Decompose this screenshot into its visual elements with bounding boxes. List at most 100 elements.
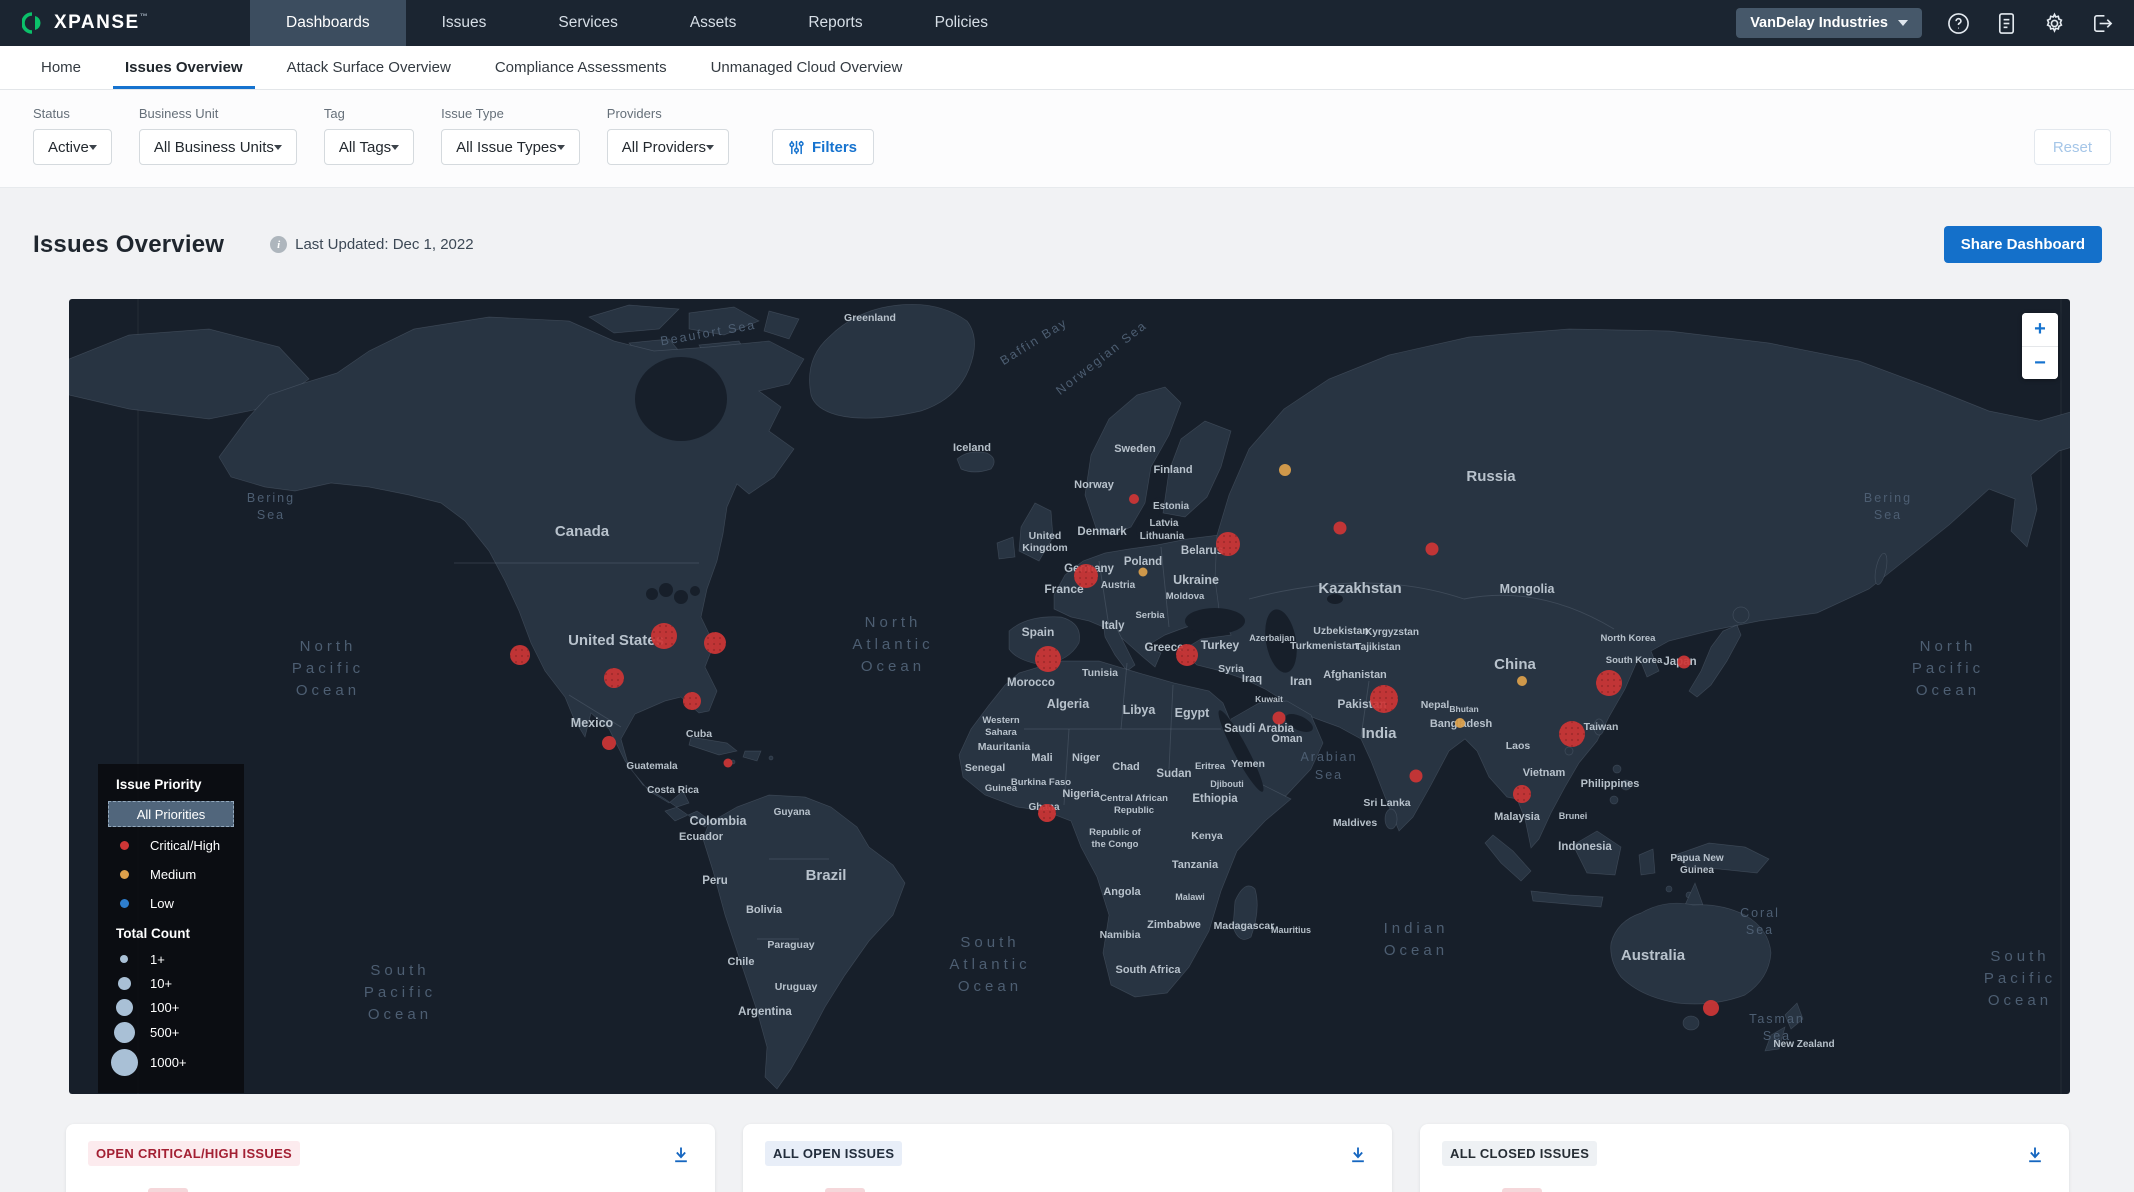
medium-issue-marker[interactable] bbox=[1455, 718, 1465, 728]
country-label: Ethiopia bbox=[1192, 793, 1238, 805]
country-label: Algeria bbox=[1047, 697, 1090, 711]
legend-priority-item[interactable]: Low bbox=[98, 889, 244, 918]
legend-dot-col bbox=[98, 977, 150, 990]
country-label: Iraq bbox=[1242, 673, 1262, 685]
filter-value: All Tags bbox=[339, 139, 391, 156]
zoom-out-button[interactable]: − bbox=[2022, 346, 2058, 379]
release-notes-icon[interactable] bbox=[1994, 11, 2018, 35]
country-label: Philippines bbox=[1581, 778, 1640, 790]
country-label: Azerbaijan bbox=[1249, 633, 1295, 643]
critical-issue-marker[interactable] bbox=[1273, 712, 1286, 725]
country-label: India bbox=[1361, 725, 1397, 742]
critical-issue-marker[interactable] bbox=[1426, 543, 1439, 556]
medium-issue-marker[interactable] bbox=[1279, 464, 1291, 476]
tab[interactable]: Issues Overview bbox=[103, 46, 265, 89]
share-dashboard-button[interactable]: Share Dashboard bbox=[1944, 226, 2102, 263]
country-label: Brunei bbox=[1559, 811, 1588, 821]
critical-issue-marker[interactable] bbox=[1410, 770, 1423, 783]
critical-issue-marker[interactable] bbox=[1703, 1000, 1719, 1016]
tab[interactable]: Unmanaged Cloud Overview bbox=[689, 46, 925, 89]
nav-item[interactable]: Policies bbox=[899, 0, 1024, 46]
country-label: Poland bbox=[1124, 556, 1162, 568]
legend-priority-item[interactable]: Critical/High bbox=[98, 831, 244, 860]
tab[interactable]: Home bbox=[19, 46, 103, 89]
card-title-badge: ALL CLOSED ISSUES bbox=[1442, 1141, 1597, 1166]
help-icon[interactable] bbox=[1946, 11, 1970, 35]
country-label: Canada bbox=[555, 523, 610, 540]
country-label: Malawi bbox=[1175, 892, 1205, 902]
brand-name: XPANSE™ bbox=[54, 12, 149, 34]
count-bubble-icon bbox=[118, 977, 131, 990]
logout-icon[interactable] bbox=[2090, 11, 2114, 35]
legend-size-item: 1+ bbox=[98, 947, 244, 971]
nav-item[interactable]: Dashboards bbox=[250, 0, 406, 46]
brand: XPANSE™ bbox=[0, 0, 250, 46]
legend-size-label: 1+ bbox=[150, 952, 165, 967]
marker-texture bbox=[651, 623, 677, 649]
partial-row-peek bbox=[825, 1188, 865, 1192]
nav-item[interactable]: Assets bbox=[654, 0, 773, 46]
account-menu-button[interactable]: VanDelay Industries bbox=[1736, 8, 1922, 38]
settings-icon[interactable] bbox=[2042, 11, 2066, 35]
legend-size-list: 1+ 10+ 100+ 500+ 1000+ bbox=[98, 947, 244, 1079]
ocean-label: NorthAtlanticOcean bbox=[852, 614, 933, 675]
critical-issue-marker[interactable] bbox=[602, 736, 616, 750]
world-map[interactable]: Beaufort SeaBaffin BayNorwegian SeaBerin… bbox=[69, 299, 2070, 1094]
country-label: Argentina bbox=[738, 1006, 792, 1018]
critical-issue-marker[interactable] bbox=[1678, 656, 1691, 669]
filter-bar: Status Active Business Unit All Business… bbox=[0, 90, 2134, 188]
filter-select[interactable]: All Providers bbox=[607, 129, 729, 165]
filter-select[interactable]: All Business Units bbox=[139, 129, 297, 165]
country-label: Turkmenistan bbox=[1290, 640, 1358, 652]
nav-item[interactable]: Reports bbox=[772, 0, 898, 46]
legend-all-priorities[interactable]: All Priorities bbox=[108, 801, 234, 827]
country-label: Djibouti bbox=[1210, 779, 1244, 789]
download-button[interactable] bbox=[2023, 1143, 2047, 1170]
tab[interactable]: Compliance Assessments bbox=[473, 46, 689, 89]
download-button[interactable] bbox=[1346, 1143, 1370, 1170]
map-zoom-control: + − bbox=[2022, 313, 2058, 379]
critical-issue-marker[interactable] bbox=[724, 759, 733, 768]
country-label: Namibia bbox=[1100, 929, 1141, 941]
filter-select[interactable]: Active bbox=[33, 129, 112, 165]
medium-issue-marker[interactable] bbox=[1139, 568, 1148, 577]
ocean-label: Baffin Bay bbox=[998, 315, 1071, 368]
filter-select[interactable]: All Tags bbox=[324, 129, 414, 165]
filter-select[interactable]: All Issue Types bbox=[441, 129, 580, 165]
marker-texture bbox=[1216, 532, 1240, 556]
legend-priority-title: Issue Priority bbox=[98, 777, 244, 792]
chevron-down-icon bbox=[557, 145, 565, 150]
country-label: Kuwait bbox=[1255, 694, 1283, 704]
zoom-in-button[interactable]: + bbox=[2022, 313, 2058, 346]
reset-button[interactable]: Reset bbox=[2034, 129, 2111, 165]
country-label: Kazakhstan bbox=[1318, 580, 1401, 597]
country-label: Finland bbox=[1153, 464, 1192, 476]
filter-value: Active bbox=[48, 139, 89, 156]
nav-item[interactable]: Issues bbox=[406, 0, 523, 46]
filters-button[interactable]: Filters bbox=[772, 129, 874, 165]
last-updated: i Last Updated: Dec 1, 2022 bbox=[270, 236, 473, 253]
nav-item[interactable]: Services bbox=[522, 0, 653, 46]
country-label: Iceland bbox=[953, 442, 991, 454]
country-label: Nepal bbox=[1421, 699, 1450, 711]
critical-issue-marker[interactable] bbox=[1334, 522, 1347, 535]
filter-value: All Business Units bbox=[154, 139, 274, 156]
legend-dot-col bbox=[98, 841, 150, 850]
priority-dot-icon bbox=[120, 870, 129, 879]
legend-dot-col bbox=[98, 955, 150, 963]
country-label: Austria bbox=[1101, 580, 1136, 591]
country-label: Yemen bbox=[1231, 758, 1265, 770]
medium-issue-marker[interactable] bbox=[1517, 676, 1527, 686]
legend-priority-item[interactable]: Medium bbox=[98, 860, 244, 889]
card-title-badge: OPEN CRITICAL/HIGH ISSUES bbox=[88, 1141, 300, 1166]
priority-dot-icon bbox=[120, 841, 129, 850]
country-label: Uzbekistan bbox=[1313, 625, 1368, 637]
tab[interactable]: Attack Surface Overview bbox=[265, 46, 473, 89]
download-button[interactable] bbox=[669, 1143, 693, 1170]
marker-texture bbox=[1559, 721, 1585, 747]
country-label: Malaysia bbox=[1494, 811, 1541, 823]
country-label: Sudan bbox=[1156, 768, 1191, 780]
filter-label: Status bbox=[33, 106, 112, 121]
critical-issue-marker[interactable] bbox=[1129, 494, 1139, 504]
partial-row-peek bbox=[1502, 1188, 1542, 1192]
